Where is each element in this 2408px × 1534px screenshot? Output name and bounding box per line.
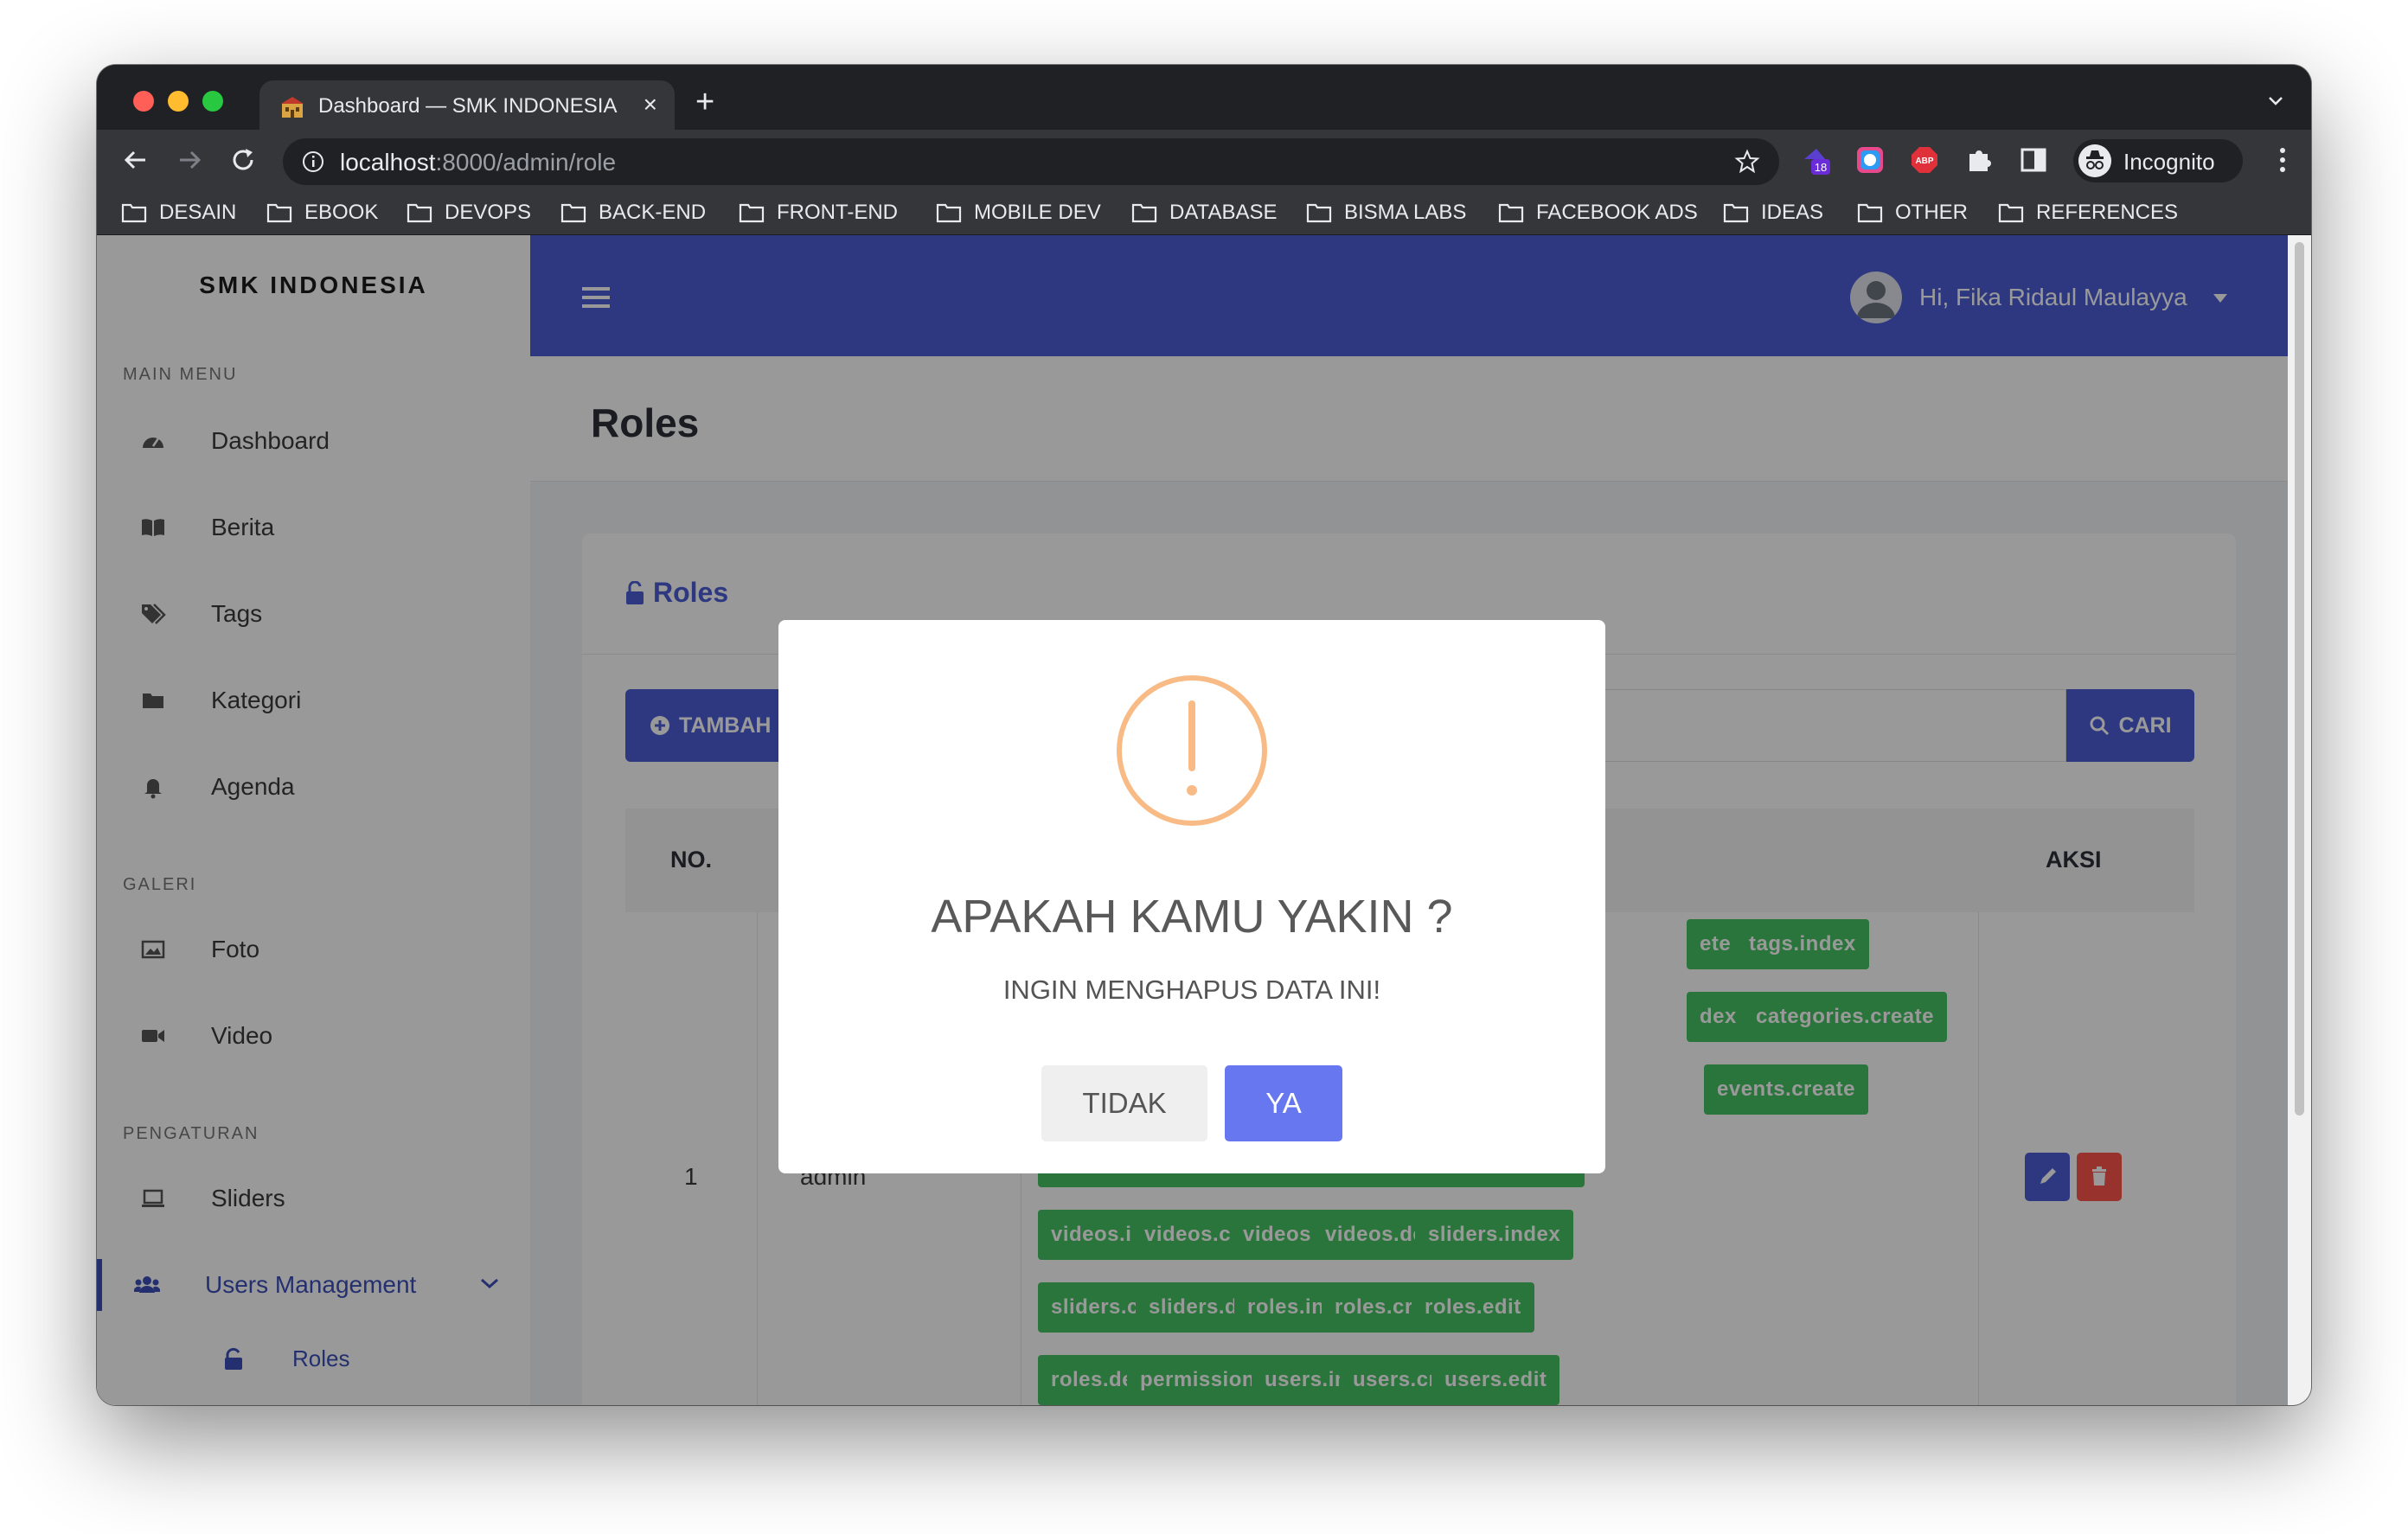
url-text: localhost:8000/admin/role (340, 149, 617, 176)
bookmark-folder[interactable]: DESAIN (121, 201, 236, 225)
folder-icon (1998, 203, 2024, 223)
bookmark-folder[interactable]: DATABASE (1131, 201, 1277, 225)
browser-window: Dashboard — SMK INDONESIA × + localhost:… (97, 65, 2311, 1405)
bookmark-label: OTHER (1895, 201, 1968, 224)
bookmark-folder[interactable]: FACEBOOK ADS (1498, 201, 1698, 225)
tab-close-icon[interactable]: × (644, 91, 657, 118)
address-bar[interactable]: localhost:8000/admin/role (283, 138, 1779, 185)
folder-icon (1498, 203, 1524, 223)
tab-strip: Dashboard — SMK INDONESIA × + (97, 65, 2311, 131)
bookmark-folder[interactable]: OTHER (1857, 201, 1968, 225)
incognito-icon (2078, 144, 2111, 177)
minimize-window-button[interactable] (168, 91, 189, 112)
folder-icon (1857, 203, 1883, 223)
bookmark-label: DEVOPS (445, 201, 532, 224)
bookmark-label: FRONT-END (777, 201, 898, 224)
warning-icon (1117, 675, 1267, 826)
folder-icon (739, 203, 765, 223)
bookmark-folder[interactable]: BISMA LABS (1306, 201, 1466, 225)
confirm-delete-dialog: APAKAH KAMU YAKIN ? INGIN MENGHAPUS DATA… (778, 620, 1605, 1173)
color-picker-extension-icon[interactable] (1855, 145, 1885, 175)
new-tab-button[interactable]: + (695, 86, 714, 118)
folder-icon (1131, 203, 1157, 223)
bookmark-label: EBOOK (304, 201, 379, 224)
cancel-button[interactable]: TIDAK (1041, 1065, 1207, 1141)
site-info-icon[interactable] (302, 150, 324, 173)
bookmark-label: REFERENCES (2036, 201, 2179, 224)
maximize-window-button[interactable] (202, 91, 223, 112)
incognito-label: Incognito (2123, 149, 2215, 175)
bookmark-label: FACEBOOK ADS (1536, 201, 1698, 224)
confirm-button[interactable]: YA (1225, 1065, 1342, 1141)
bookmark-folder[interactable]: EBOOK (266, 201, 378, 225)
bookmark-label: DESAIN (159, 201, 237, 224)
adblock-plus-icon[interactable]: ABP (1910, 145, 1939, 175)
web-viewport: SMK INDONESIA MAIN MENU Dashboard Berita… (97, 235, 2311, 1405)
bookmark-star-icon[interactable] (1734, 149, 1760, 175)
school-icon (281, 97, 304, 118)
bookmarks-bar: DESAIN EBOOK DEVOPS BACK-END FRONT-END MOBILE… (97, 190, 2311, 235)
folder-icon (936, 203, 962, 223)
svg-text:ABP: ABP (1915, 157, 1933, 166)
folder-icon (1723, 203, 1749, 223)
folder-icon (266, 203, 292, 223)
bookmark-folder[interactable]: REFERENCES (1998, 201, 2178, 225)
bookmark-label: BACK-END (599, 201, 707, 224)
bookmark-folder[interactable]: BACK-END (560, 201, 706, 225)
back-arrow-icon[interactable] (121, 145, 150, 175)
browser-toolbar: localhost:8000/admin/role 18 ABP Incogni… (97, 130, 2311, 190)
tab-search-chevron-icon[interactable] (2266, 91, 2285, 110)
folder-icon (1306, 203, 1332, 223)
close-window-button[interactable] (133, 91, 154, 112)
dialog-text: INGIN MENGHAPUS DATA INI! (1002, 975, 1381, 1005)
svg-text:18: 18 (1815, 161, 1827, 174)
side-panel-icon[interactable] (2019, 145, 2048, 175)
bookmark-label: MOBILE DEV (974, 201, 1101, 224)
scrollbar-thumb[interactable] (2295, 242, 2304, 1115)
extensions-puzzle-icon[interactable] (1964, 145, 1994, 175)
bookmark-label: DATABASE (1169, 201, 1278, 224)
bookmark-label: BISMA LABS (1344, 201, 1467, 224)
folder-icon (121, 203, 147, 223)
folder-icon (407, 203, 432, 223)
dialog-title: APAKAH KAMU YAKIN ? (931, 891, 1453, 943)
bookmark-folder[interactable]: IDEAS (1723, 201, 1823, 225)
profile-incognito-button[interactable]: Incognito (2073, 139, 2243, 182)
forward-arrow-icon[interactable] (175, 145, 204, 175)
bookmark-folder[interactable]: MOBILE DEV (936, 201, 1101, 225)
reload-icon[interactable] (228, 145, 258, 175)
browser-tab-active[interactable]: Dashboard — SMK INDONESIA × (259, 80, 675, 131)
browser-menu-icon[interactable] (2278, 145, 2287, 175)
folder-icon (560, 203, 586, 223)
bookmark-folder[interactable]: DEVOPS (407, 201, 531, 225)
tab-title: Dashboard — SMK INDONESIA (318, 94, 618, 118)
bookmark-folder[interactable]: FRONT-END (739, 201, 898, 225)
bookmark-label: IDEAS (1761, 201, 1824, 224)
extension-wizard-icon[interactable]: 18 (1801, 145, 1830, 175)
